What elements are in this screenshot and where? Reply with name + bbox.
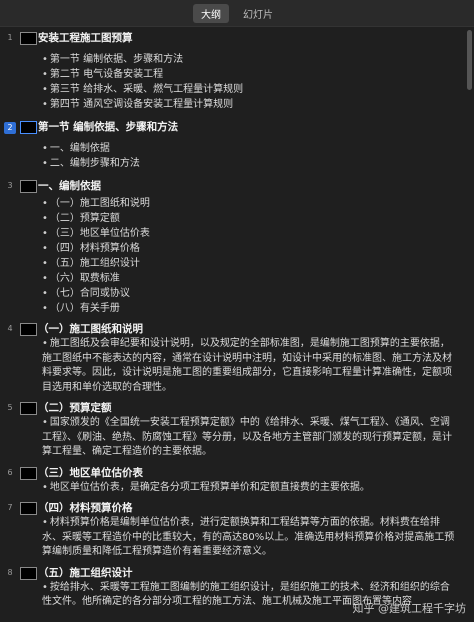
slide-title[interactable]: （四）材料预算价格 — [38, 501, 458, 516]
outline-slide[interactable]: 1 安装工程施工图预算 第一节 编制依据、步骤和方法 第二节 电气设备安装工程 … — [0, 31, 464, 112]
outline-bullet[interactable]: （八）有关手册 — [38, 301, 458, 316]
outline-bullet[interactable]: 第一节 编制依据、步骤和方法 — [38, 52, 458, 67]
slide-thumbnail-icon[interactable] — [20, 466, 37, 480]
slide-title[interactable]: 第一节 编制依据、步骤和方法 — [38, 120, 458, 135]
slide-title[interactable]: （三）地区单位估价表 — [38, 466, 458, 481]
slide-thumbnail-icon[interactable] — [20, 180, 37, 193]
slide-thumbnail-icon[interactable] — [20, 323, 37, 336]
outline-bullet[interactable]: （七）合同或协议 — [38, 286, 458, 301]
slide-number: 8 — [7, 567, 13, 577]
outline-pane[interactable]: 1 安装工程施工图预算 第一节 编制依据、步骤和方法 第二节 电气设备安装工程 … — [0, 27, 464, 622]
outline-bullet[interactable]: 二、编制步骤和方法 — [38, 156, 458, 171]
outline-slide[interactable]: 7 （四）材料预算价格 材料预算价格是编制单位估价表，进行定额换算和工程结算等方… — [0, 501, 464, 560]
outline-bullet[interactable]: 第三节 给排水、采暖、燃气工程量计算规则 — [38, 82, 458, 97]
view-tabs: 大纲 幻灯片 — [0, 0, 474, 27]
slide-thumbnail-icon[interactable] — [20, 502, 37, 515]
outline-paragraph[interactable]: 材料预算价格是编制单位估价表，进行定额换算和工程结算等方面的依据。材料费在给排水… — [38, 516, 458, 560]
outline-bullet[interactable]: （五）施工组织设计 — [38, 256, 458, 271]
slide-title[interactable]: （一）施工图纸和说明 — [38, 322, 458, 337]
slide-number: 4 — [7, 324, 13, 333]
slide-title[interactable]: （五）施工组织设计 — [38, 566, 458, 581]
slide-thumbnail-icon[interactable] — [20, 402, 37, 415]
slide-thumbnail-icon[interactable] — [20, 32, 37, 45]
outline-slide[interactable]: 6 （三）地区单位估价表 地区单位估价表，是确定各分项工程预算单价和定额直接费的… — [0, 466, 464, 496]
slide-thumbnail-icon[interactable] — [20, 121, 37, 134]
outline-slide[interactable]: 5 （二）预算定额 国家颁发的《全国统一安装工程预算定额》中的《给排水、采暖、煤… — [0, 401, 464, 460]
outline-bullet[interactable]: （六）取费标准 — [38, 271, 458, 286]
watermark: 知乎 @建筑工程千字坊 — [352, 602, 467, 615]
outline-paragraph[interactable]: 国家颁发的《全国统一安装工程预算定额》中的《给排水、采暖、煤气工程》、《通风、空… — [38, 416, 458, 460]
slide-title[interactable]: 一、编制依据 — [38, 179, 458, 194]
slide-thumbnail-icon[interactable] — [20, 566, 37, 580]
outline-paragraph[interactable]: 施工图纸及会审纪要和设计说明，以及规定的全部标准图，是编制施工图预算的主要依据，… — [38, 337, 458, 395]
outline-paragraph[interactable]: 地区单位估价表，是确定各分项工程预算单价和定额直接费的主要依据。 — [38, 481, 458, 496]
slide-number: 7 — [7, 503, 13, 512]
vertical-scrollbar[interactable] — [467, 30, 472, 90]
outline-bullet[interactable]: 第二节 电气设备安装工程 — [38, 67, 458, 82]
outline-bullet[interactable]: 第四节 通风空调设备安装工程量计算规则 — [38, 97, 458, 112]
slide-number: 3 — [7, 181, 13, 190]
slide-number: 2 — [4, 122, 16, 134]
outline-bullet[interactable]: 一、编制依据 — [38, 141, 458, 156]
outline-slide-selected[interactable]: 2 第一节 编制依据、步骤和方法 一、编制依据 二、编制步骤和方法 — [0, 120, 464, 171]
tab-slides[interactable]: 幻灯片 — [235, 4, 281, 23]
slide-title[interactable]: 安装工程施工图预算 — [38, 31, 458, 46]
slide-number: 1 — [7, 33, 13, 42]
slide-number: 6 — [7, 467, 13, 477]
outline-bullet[interactable]: （四）材料预算价格 — [38, 241, 458, 256]
outline-bullet[interactable]: （二）预算定额 — [38, 211, 458, 226]
slide-number: 5 — [7, 403, 13, 412]
outline-slide[interactable]: 4 （一）施工图纸和说明 施工图纸及会审纪要和设计说明，以及规定的全部标准图，是… — [0, 322, 464, 395]
outline-bullet[interactable]: （三）地区单位估价表 — [38, 226, 458, 241]
slide-title[interactable]: （二）预算定额 — [38, 401, 458, 416]
outline-bullet[interactable]: （一）施工图纸和说明 — [38, 196, 458, 211]
tab-outline[interactable]: 大纲 — [193, 3, 229, 23]
outline-slide[interactable]: 3 一、编制依据 （一）施工图纸和说明 （二）预算定额 （三）地区单位估价表 （… — [0, 179, 464, 316]
